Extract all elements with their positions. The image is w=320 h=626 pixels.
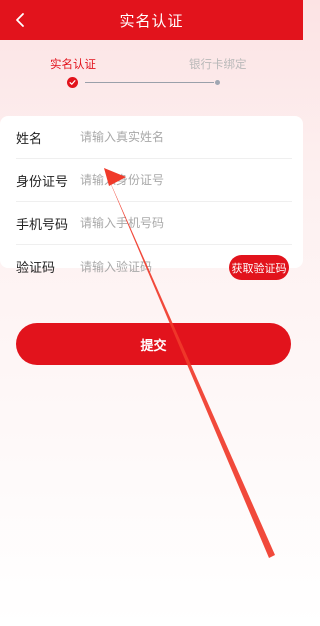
submit-button[interactable]: 提交 [16, 323, 291, 365]
step-done-indicator [67, 77, 78, 88]
step-label-verify: 实名认证 [50, 57, 96, 71]
name-input[interactable] [80, 130, 220, 144]
form-row-phone: 手机号码 [16, 202, 292, 245]
phone-input[interactable] [80, 216, 220, 230]
phone-label: 手机号码 [16, 217, 69, 233]
form-row-id-number: 身份证号 [16, 159, 292, 202]
back-button[interactable] [8, 6, 32, 34]
code-label: 验证码 [16, 261, 56, 276]
get-code-button[interactable]: 获取验证码 [229, 255, 289, 280]
step-label-bank: 银行卡绑定 [189, 57, 247, 71]
verification-form: 姓名 身份证号 手机号码 验证码 获取验证码 [0, 116, 303, 280]
check-icon [69, 80, 76, 85]
step-indicator: 实名认证 银行卡绑定 [0, 52, 303, 92]
form-row-code: 验证码 获取验证码 [16, 245, 292, 288]
id-number-label: 身份证号 [16, 174, 69, 190]
chevron-left-icon [16, 13, 24, 27]
page-title: 实名认证 [119, 11, 184, 30]
header-bar: 实名认证 [0, 0, 303, 40]
step-progress-line [85, 82, 214, 83]
name-label: 姓名 [16, 131, 43, 147]
annotation-arrow [104, 168, 275, 558]
id-number-input[interactable] [80, 173, 220, 187]
form-row-name: 姓名 [16, 116, 292, 159]
step-todo-dot [215, 80, 220, 85]
code-input[interactable] [80, 259, 220, 274]
